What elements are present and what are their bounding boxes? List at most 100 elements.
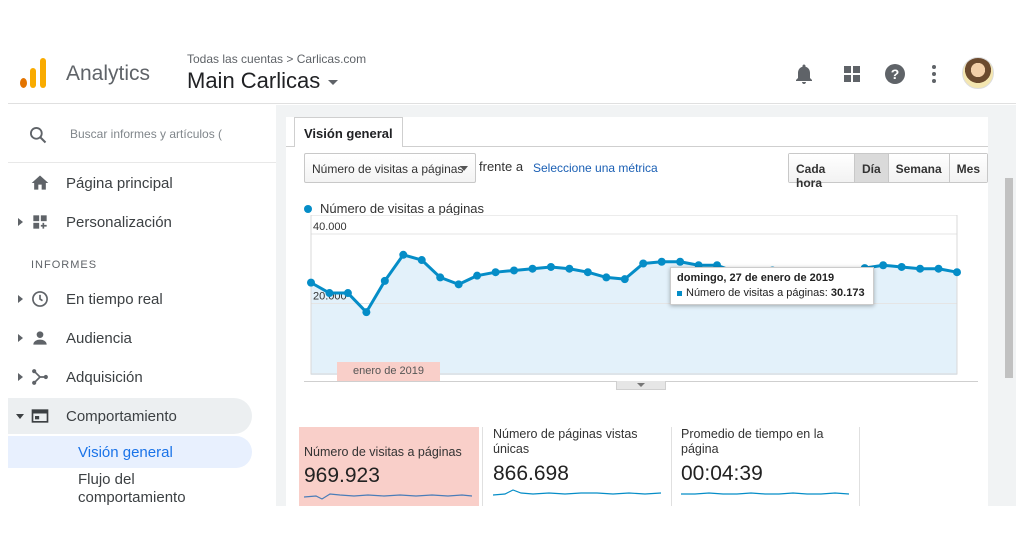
- sidebar: Buscar informes y artículos ( Página pri…: [8, 105, 276, 506]
- scorecard-value: 00:04:39: [681, 462, 763, 485]
- avatar[interactable]: [962, 57, 994, 89]
- sidebar-subitem-behavior-flow[interactable]: Flujo del comportamiento: [8, 469, 252, 506]
- chart-resize-handle[interactable]: [616, 381, 666, 390]
- data-point[interactable]: [510, 266, 519, 275]
- metric-select-value: Número de visitas a páginas: [312, 162, 464, 176]
- granularity-hourly-button[interactable]: Cada hora: [789, 154, 855, 190]
- data-point[interactable]: [583, 268, 592, 277]
- sidebar-subitem-label: Visión general: [78, 444, 173, 461]
- more-vert-icon[interactable]: [922, 62, 946, 86]
- sidebar-item-home[interactable]: Página principal: [8, 165, 276, 201]
- expand-arrow-icon: [18, 334, 23, 342]
- data-point[interactable]: [325, 289, 334, 298]
- person-icon: [33, 331, 47, 345]
- data-point[interactable]: [934, 264, 943, 273]
- data-point[interactable]: [565, 264, 574, 273]
- bell-icon[interactable]: [792, 62, 816, 86]
- apps-grid-icon[interactable]: [840, 62, 864, 86]
- month-label: enero de 2019: [337, 362, 440, 381]
- data-point[interactable]: [380, 276, 389, 285]
- scorecard-value: 866.698: [493, 462, 569, 485]
- sidebar-item-audience[interactable]: Audiencia: [8, 320, 276, 356]
- data-point[interactable]: [879, 261, 888, 270]
- breadcrumb[interactable]: Todas las cuentas > Carlicas.com: [187, 52, 366, 66]
- sidebar-item-label: Adquisición: [66, 369, 143, 386]
- tooltip-label: Número de visitas a páginas:: [686, 287, 828, 299]
- pageviews-chart[interactable]: 40.00020.000: [286, 215, 988, 375]
- chart-tooltip: domingo, 27 de enero de 2019 Número de v…: [670, 267, 874, 305]
- metric-select[interactable]: Número de visitas a páginas: [304, 153, 476, 183]
- data-point[interactable]: [676, 257, 685, 266]
- data-point[interactable]: [546, 262, 555, 271]
- main-content: Visión general Número de visitas a págin…: [276, 105, 1016, 506]
- granularity-toggle: Cada hora Día Semana Mes: [788, 153, 988, 190]
- caret-down-icon: [328, 79, 339, 85]
- sidebar-item-realtime[interactable]: En tiempo real: [8, 281, 276, 317]
- sidebar-item-acquisition[interactable]: Adquisición: [8, 359, 276, 395]
- sidebar-item-label: Comportamiento: [66, 408, 177, 425]
- granularity-month-button[interactable]: Mes: [949, 154, 987, 182]
- data-point[interactable]: [528, 264, 537, 273]
- clock-icon: [32, 291, 48, 307]
- card-separator: [671, 427, 672, 506]
- data-point[interactable]: [602, 273, 611, 282]
- card-separator: [859, 427, 860, 506]
- data-point[interactable]: [657, 257, 666, 266]
- data-point[interactable]: [436, 273, 445, 282]
- data-point[interactable]: [362, 308, 371, 317]
- data-point[interactable]: [454, 280, 463, 289]
- svg-text:?: ?: [891, 66, 900, 82]
- dashboard-add-icon: [33, 215, 47, 229]
- data-point[interactable]: [343, 289, 352, 298]
- data-point[interactable]: [491, 268, 500, 277]
- behavior-icon: [31, 409, 49, 423]
- data-point[interactable]: [620, 275, 629, 284]
- versus-label: frente a: [479, 159, 524, 174]
- dropdown-arrow-icon: [460, 166, 468, 171]
- tab-overview[interactable]: Visión general: [294, 117, 403, 147]
- sidebar-item-behavior[interactable]: Comportamiento: [8, 398, 252, 434]
- granularity-day-button[interactable]: Día: [854, 154, 889, 182]
- acquisition-icon: [32, 369, 48, 385]
- chevron-down-icon: [637, 383, 645, 387]
- sidebar-item-customization[interactable]: Personalización: [8, 204, 276, 240]
- search-box[interactable]: Buscar informes y artículos (: [8, 105, 276, 163]
- data-point[interactable]: [307, 278, 315, 287]
- expand-arrow-icon: [18, 295, 23, 303]
- data-point[interactable]: [417, 256, 426, 265]
- expand-arrow-icon: [18, 373, 23, 381]
- card-separator: [482, 427, 483, 506]
- scorecard-sparkline: [303, 493, 473, 500]
- scorecard-sparkline: [681, 492, 850, 495]
- data-point[interactable]: [953, 268, 961, 277]
- analytics-logo-icon[interactable]: [20, 58, 50, 88]
- scorecard-pageviews[interactable]: Número de visitas a páginas 969.923: [299, 427, 483, 506]
- scorecard-value: 969.923: [304, 464, 380, 487]
- data-point[interactable]: [916, 264, 925, 273]
- search-input[interactable]: Buscar informes y artículos (: [70, 127, 236, 141]
- select-metric-link[interactable]: Seleccione una métrica: [533, 161, 658, 175]
- tooltip-date: domingo, 27 de enero de 2019: [677, 272, 835, 284]
- tooltip-value: 30.173: [830, 287, 865, 299]
- sidebar-subitem-label: Flujo del comportamiento: [78, 471, 186, 506]
- data-point[interactable]: [399, 250, 408, 259]
- property-selector[interactable]: Main Carlicas: [187, 68, 339, 94]
- sidebar-subitem-overview[interactable]: Visión general: [8, 436, 252, 468]
- chart-legend: Número de visitas a páginas: [304, 201, 484, 216]
- top-bar: Analytics Todas las cuentas > Carlicas.c…: [8, 44, 1016, 104]
- help-icon[interactable]: ?: [883, 62, 907, 86]
- search-icon: [30, 127, 47, 144]
- data-point[interactable]: [473, 271, 482, 280]
- home-icon: [31, 175, 49, 190]
- expand-arrow-icon: [18, 218, 23, 226]
- collapse-arrow-icon: [16, 414, 24, 419]
- scorecard-avg-time[interactable]: Promedio de tiempo en la página 00:04:39: [676, 427, 860, 506]
- sidebar-item-label: Página principal: [66, 175, 173, 192]
- data-point[interactable]: [897, 262, 906, 271]
- legend-dot: [304, 205, 312, 213]
- brand-name: Analytics: [66, 62, 151, 85]
- vertical-scrollbar[interactable]: [1005, 178, 1013, 378]
- granularity-week-button[interactable]: Semana: [888, 154, 950, 182]
- scorecard-unique-pageviews[interactable]: Número de páginas vistas únicas 866.698: [488, 427, 672, 506]
- data-point[interactable]: [639, 259, 648, 268]
